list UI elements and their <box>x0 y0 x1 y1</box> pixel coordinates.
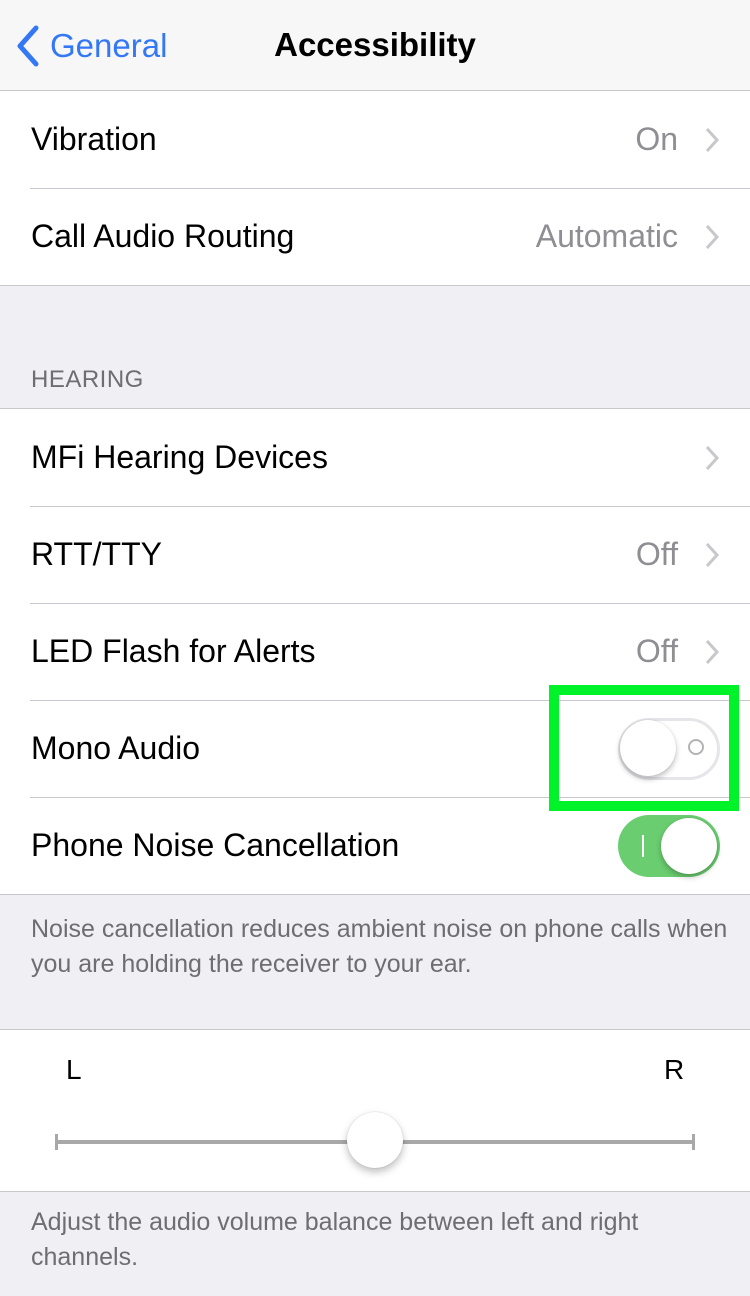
row-vibration[interactable]: Vibration On <box>0 91 750 188</box>
balance-footer: Adjust the audio volume balance between … <box>31 1208 639 1271</box>
chevron-right-icon <box>705 127 720 152</box>
row-value: Off <box>635 536 678 572</box>
balance-slider-thumb[interactable] <box>347 1112 403 1168</box>
row-mono-audio: Mono Audio <box>0 700 750 797</box>
row-value: On <box>635 121 678 157</box>
page-title-text: Accessibility <box>274 26 476 63</box>
row-label: RTT/TTY <box>31 536 162 572</box>
chevron-right-icon <box>705 445 720 470</box>
section-header-hearing: HEARING <box>31 366 144 393</box>
chevron-right-icon <box>705 542 720 567</box>
noise-cancellation-toggle[interactable] <box>618 814 720 877</box>
noise-cancellation-footer: Noise cancellation reduces ambient noise… <box>31 915 728 978</box>
switch-knob <box>661 817 717 874</box>
row-label: LED Flash for Alerts <box>31 633 316 669</box>
page-title: Accessibility <box>0 26 750 64</box>
row-label: Call Audio Routing <box>31 218 295 254</box>
row-label: Phone Noise Cancellation <box>31 827 400 863</box>
switch-knob <box>620 719 676 776</box>
row-label: Vibration <box>31 121 157 157</box>
balance-left-label: L <box>66 1054 82 1085</box>
mono-audio-toggle[interactable] <box>618 717 720 780</box>
chevron-right-icon <box>705 639 720 664</box>
switch-on-glyph-icon <box>642 834 644 857</box>
row-phone-noise-cancellation: Phone Noise Cancellation <box>0 797 750 894</box>
hearing-group: MFi Hearing Devices RTT/TTY Off LED Flas… <box>0 408 750 895</box>
row-label: MFi Hearing Devices <box>31 439 328 475</box>
balance-slider-cell: L R <box>0 1029 750 1192</box>
row-led-flash[interactable]: LED Flash for Alerts Off <box>0 603 750 700</box>
general-settings-group: Vibration On Call Audio Routing Automati… <box>0 90 750 286</box>
chevron-right-icon <box>705 224 720 249</box>
balance-right-label: R <box>664 1054 685 1085</box>
row-label: Mono Audio <box>31 730 201 766</box>
row-mfi-hearing-devices[interactable]: MFi Hearing Devices <box>0 409 750 506</box>
track-left-cap <box>55 1134 58 1150</box>
row-value: Off <box>635 633 678 669</box>
row-rtt-tty[interactable]: RTT/TTY Off <box>0 506 750 603</box>
row-value: Automatic <box>535 218 678 254</box>
row-call-audio-routing[interactable]: Call Audio Routing Automatic <box>0 188 750 285</box>
switch-off-glyph-icon <box>688 738 704 755</box>
track-right-cap <box>692 1134 695 1150</box>
navigation-bar: General Accessibility <box>0 0 750 91</box>
